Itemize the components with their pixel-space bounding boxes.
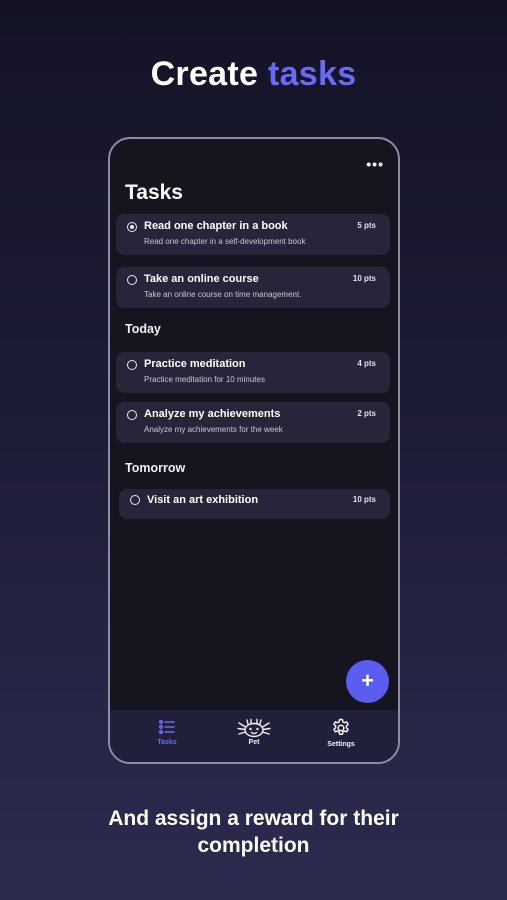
task-points: 4 pts — [357, 359, 376, 368]
bottom-tab-bar: Tasks Pet Settings — [110, 710, 398, 762]
headline-prefix: Create — [150, 55, 259, 93]
task-checkbox[interactable] — [127, 410, 137, 420]
task-description: Take an online course on time management… — [144, 290, 302, 299]
phone-frame: ••• Tasks Read one chapter in a book Rea… — [108, 137, 400, 764]
task-title: Read one chapter in a book — [144, 220, 288, 232]
task-checkbox[interactable] — [127, 360, 137, 370]
task-points: 10 pts — [352, 274, 376, 283]
section-today: Today — [125, 322, 161, 336]
task-checkbox[interactable] — [127, 222, 137, 232]
axolotl-pet-icon — [237, 718, 271, 738]
promo-headline: Create tasks — [0, 55, 507, 94]
tab-tasks[interactable]: Tasks — [127, 718, 207, 746]
task-title: Analyze my achievements — [144, 408, 281, 420]
headline-accent: tasks — [267, 55, 357, 93]
tab-label: Tasks — [157, 739, 177, 746]
page-title: Tasks — [125, 181, 183, 204]
list-icon — [158, 719, 175, 735]
tab-settings[interactable]: Settings — [301, 718, 381, 748]
task-description: Analyze my achievements for the week — [144, 425, 283, 434]
tab-label: Settings — [327, 741, 355, 748]
caption-line-1: And assign a reward for their — [108, 807, 399, 830]
add-task-button[interactable]: + — [346, 660, 389, 703]
promo-caption: And assign a reward for their completion — [0, 805, 507, 859]
task-checkbox[interactable] — [127, 275, 137, 285]
task-card[interactable]: Analyze my achievements Analyze my achie… — [116, 402, 390, 443]
task-points: 10 pts — [352, 495, 376, 504]
task-title: Visit an art exhibition — [147, 494, 259, 506]
tab-pet[interactable]: Pet — [214, 718, 294, 746]
task-title: Practice meditation — [144, 358, 246, 370]
section-tomorrow: Tomorrow — [125, 461, 186, 475]
task-card[interactable]: Read one chapter in a book Read one chap… — [116, 214, 390, 255]
task-points: 2 pts — [357, 409, 376, 418]
task-card[interactable]: Take an online course Take an online cou… — [116, 267, 390, 308]
task-points: 5 pts — [357, 221, 376, 230]
task-card[interactable]: Visit an art exhibition 10 pts — [119, 489, 390, 519]
more-options-icon[interactable]: ••• — [366, 157, 384, 171]
tab-label: Pet — [248, 739, 260, 746]
task-description: Practice meditation for 10 minutes — [144, 375, 265, 384]
task-title: Take an online course — [144, 273, 259, 285]
task-checkbox[interactable] — [130, 495, 140, 505]
task-description: Read one chapter in a self-development b… — [144, 237, 306, 246]
caption-line-2: completion — [197, 834, 310, 857]
gear-icon — [333, 718, 349, 735]
task-card[interactable]: Practice meditation Practice meditation … — [116, 352, 390, 393]
